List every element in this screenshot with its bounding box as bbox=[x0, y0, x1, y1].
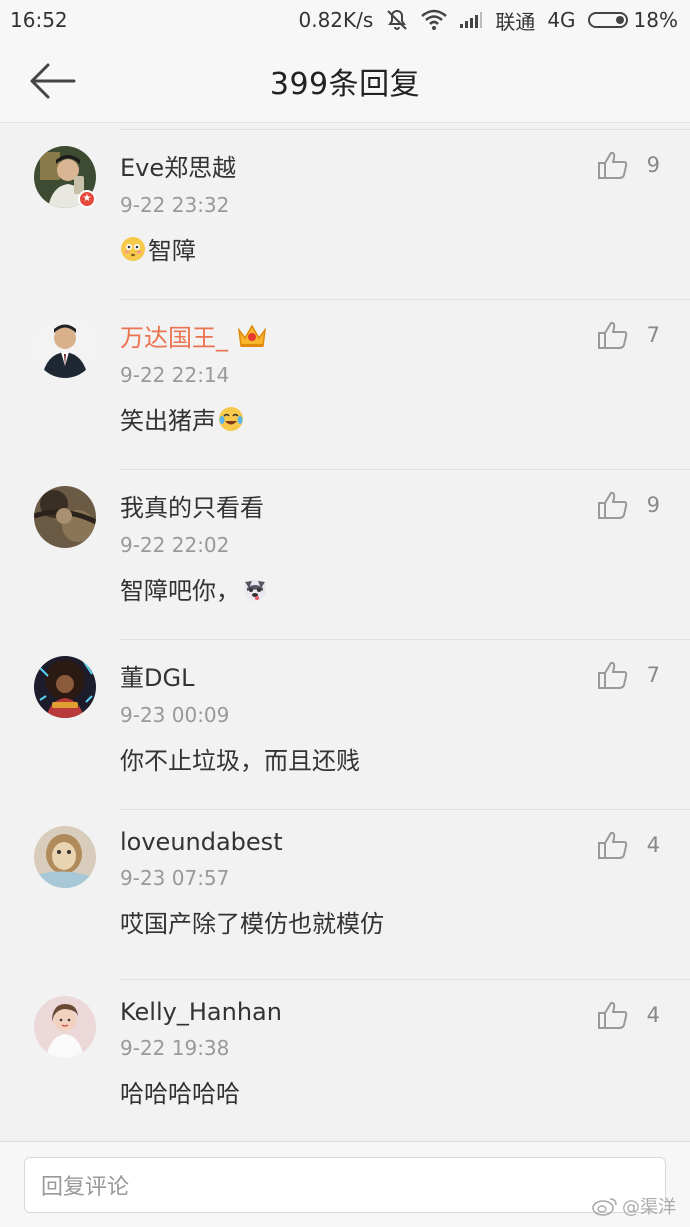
signal-icon bbox=[460, 12, 483, 28]
like-button[interactable]: 7 bbox=[597, 320, 660, 350]
crying-laughing-emoji bbox=[219, 406, 243, 431]
comment-item: 董DGL 9-23 00:09 你不止垃圾，而且还贱 7 bbox=[0, 640, 690, 810]
like-button[interactable]: 7 bbox=[597, 660, 660, 690]
comment-body: 智障 bbox=[148, 237, 196, 265]
back-arrow-icon bbox=[30, 63, 76, 99]
weibo-logo-icon bbox=[592, 1198, 617, 1216]
avatar[interactable] bbox=[34, 316, 96, 378]
like-button[interactable]: 4 bbox=[597, 830, 660, 860]
comment-text: 智障 bbox=[120, 231, 690, 266]
mute-bell-icon bbox=[387, 9, 408, 30]
comment-item: ★ Eve郑思越 9-22 23:32 智障 9 bbox=[0, 130, 690, 300]
thumbs-up-icon bbox=[597, 1001, 627, 1029]
status-time: 16:52 bbox=[10, 8, 68, 32]
like-count: 4 bbox=[646, 833, 660, 857]
vip-crown-icon bbox=[237, 324, 267, 347]
comment-text: 哎国产除了模仿也就模仿 bbox=[120, 904, 690, 939]
thumbs-up-icon bbox=[597, 321, 627, 349]
comment-text: 智障吧你， bbox=[120, 571, 690, 606]
page-title: 399条回复 bbox=[269, 67, 421, 102]
like-count: 4 bbox=[646, 1003, 660, 1027]
wifi-icon bbox=[421, 9, 448, 30]
like-count: 9 bbox=[646, 493, 660, 517]
comment-body: 你不止垃圾，而且还贱 bbox=[120, 747, 360, 775]
comment-item: Kelly_Hanhan 9-22 19:38 哈哈哈哈哈 4 bbox=[0, 980, 690, 1151]
battery-indicator: 18% bbox=[587, 8, 678, 32]
comment-list: ★ Eve郑思越 9-22 23:32 智障 9 万达国王_ 9-22 22:1… bbox=[0, 130, 690, 1151]
like-button[interactable]: 9 bbox=[597, 150, 660, 180]
carrier-name: 联通 bbox=[495, 9, 536, 34]
network-speed: 0.82K/s bbox=[298, 8, 374, 32]
avatar[interactable] bbox=[34, 996, 96, 1058]
user-name[interactable]: Eve郑思越 bbox=[120, 148, 236, 183]
thumbs-up-icon bbox=[597, 491, 627, 519]
thumbs-up-icon bbox=[597, 151, 627, 179]
watermark-text: @渠洋 bbox=[622, 1197, 676, 1218]
thumbs-up-icon bbox=[597, 831, 627, 859]
comment-time: 9-22 22:02 bbox=[120, 533, 230, 557]
comment-time: 9-22 19:38 bbox=[120, 1036, 230, 1060]
comment-item: 万达国王_ 9-22 22:14 笑出猪声 7 bbox=[0, 300, 690, 470]
comment-text: 笑出猪声 bbox=[120, 401, 690, 436]
watermark: @渠洋 bbox=[592, 1193, 676, 1219]
comment-time: 9-23 00:09 bbox=[120, 703, 230, 727]
avatar[interactable] bbox=[34, 656, 96, 718]
reply-bar: 回复评论 bbox=[0, 1141, 690, 1227]
reply-input[interactable]: 回复评论 bbox=[24, 1156, 666, 1213]
battery-level: 18% bbox=[633, 8, 678, 32]
comment-item: loveundabest 9-23 07:57 哎国产除了模仿也就模仿 4 bbox=[0, 810, 690, 980]
user-name[interactable]: loveundabest bbox=[120, 828, 283, 856]
comment-body: 笑出猪声 bbox=[120, 407, 216, 435]
battery-icon bbox=[587, 12, 628, 28]
user-name[interactable]: 董DGL bbox=[120, 658, 194, 693]
user-name[interactable]: 我真的只看看 bbox=[120, 488, 264, 523]
comment-time: 9-23 07:57 bbox=[120, 866, 230, 890]
like-button[interactable]: 9 bbox=[597, 490, 660, 520]
comment-text: 你不止垃圾，而且还贱 bbox=[120, 741, 690, 776]
status-icons: 0.82K/s 联通 4G 18% bbox=[299, 6, 679, 35]
avatar[interactable] bbox=[34, 486, 96, 548]
network-type: 4G bbox=[547, 8, 576, 32]
avatar[interactable] bbox=[34, 826, 96, 888]
husky-dog-emoji bbox=[244, 578, 266, 601]
user-name[interactable]: 万达国王_ bbox=[120, 318, 228, 353]
flushed-face-emoji bbox=[121, 236, 145, 261]
comment-text: 哈哈哈哈哈 bbox=[120, 1074, 690, 1109]
header: 399条回复 bbox=[0, 40, 690, 123]
like-button[interactable]: 4 bbox=[597, 1000, 660, 1030]
like-count: 7 bbox=[646, 323, 660, 347]
comment-time: 9-22 23:32 bbox=[120, 193, 230, 217]
comment-item: 我真的只看看 9-22 22:02 智障吧你， 9 bbox=[0, 470, 690, 640]
status-bar: 16:52 0.82K/s 联通 4G 18% bbox=[0, 0, 690, 40]
back-button[interactable] bbox=[26, 57, 78, 105]
like-count: 9 bbox=[646, 153, 660, 177]
user-name[interactable]: Kelly_Hanhan bbox=[120, 998, 282, 1026]
comment-body: 智障吧你， bbox=[120, 577, 240, 605]
like-count: 7 bbox=[646, 663, 660, 687]
thumbs-up-icon bbox=[597, 661, 627, 689]
comment-time: 9-22 22:14 bbox=[120, 363, 230, 387]
comment-body: 哎国产除了模仿也就模仿 bbox=[120, 910, 384, 938]
verified-badge-icon: ★ bbox=[78, 190, 96, 208]
comment-body: 哈哈哈哈哈 bbox=[120, 1080, 240, 1108]
